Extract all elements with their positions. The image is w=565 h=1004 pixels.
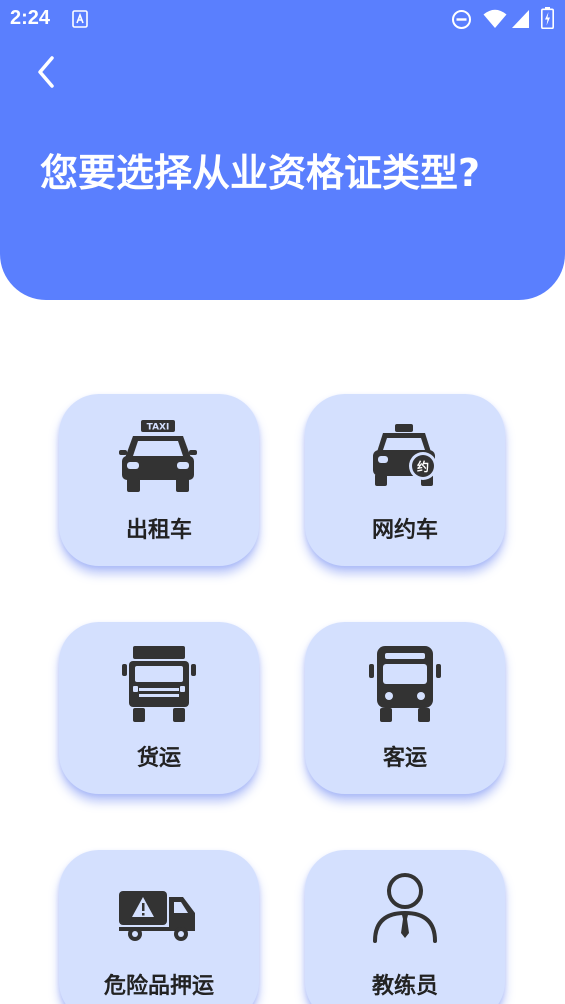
hazmat-truck-icon bbox=[119, 876, 199, 948]
ride-hailing-car-icon: 约 bbox=[365, 420, 445, 492]
certificate-card-passenger[interactable]: 客运 bbox=[305, 622, 505, 794]
truck-icon bbox=[119, 646, 199, 722]
certificate-card-instructor[interactable]: 教练员 bbox=[305, 850, 505, 1004]
certificate-card-taxi[interactable]: TAXI 出租车 bbox=[59, 394, 259, 566]
ride-hailing-badge-text: 约 bbox=[417, 459, 429, 474]
taxi-icon: TAXI bbox=[119, 420, 199, 492]
certificate-card-label: 客运 bbox=[382, 746, 427, 771]
certificate-card-label: 货运 bbox=[136, 746, 181, 771]
certificate-card-label: 出租车 bbox=[125, 518, 192, 543]
certificate-card-label: 教练员 bbox=[371, 974, 438, 999]
certificate-card-label: 网约车 bbox=[371, 518, 438, 543]
bus-icon bbox=[365, 646, 445, 722]
taxi-sign-text: TAXI bbox=[147, 423, 170, 433]
certificate-card-hazmat-escort[interactable]: 危险品押运 bbox=[59, 850, 259, 1004]
certificate-type-grid: TAXI 出租车 约 网约车 货运 客运 危险品押运 教练员 bbox=[0, 0, 565, 1004]
instructor-icon bbox=[365, 873, 445, 948]
certificate-card-label: 危险品押运 bbox=[103, 974, 214, 999]
certificate-card-ride-hailing[interactable]: 约 网约车 bbox=[305, 394, 505, 566]
certificate-card-freight[interactable]: 货运 bbox=[59, 622, 259, 794]
